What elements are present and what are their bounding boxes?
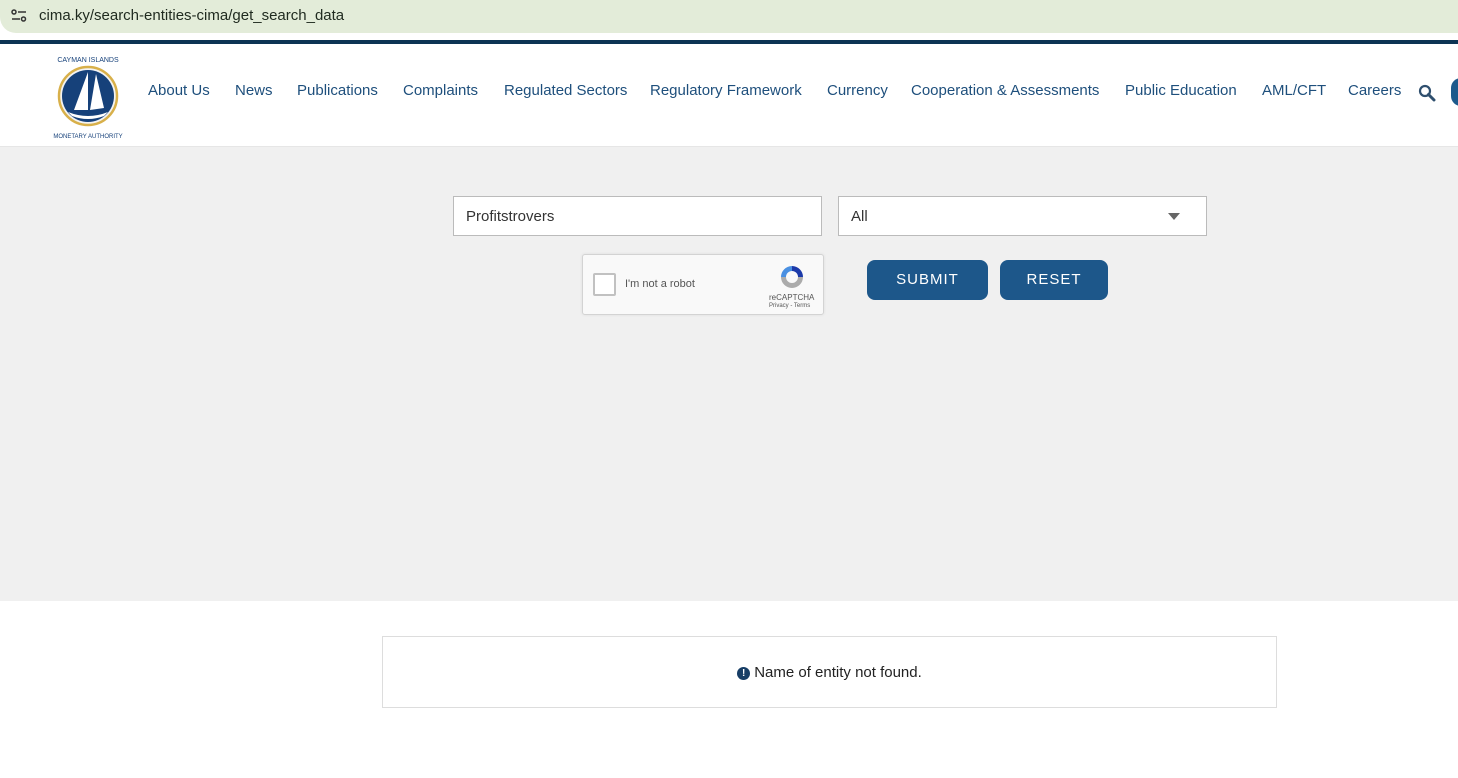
search-icon[interactable] bbox=[1418, 84, 1436, 102]
captcha-terms-link[interactable]: Privacy - Terms bbox=[769, 303, 810, 309]
info-icon: ! bbox=[737, 667, 751, 680]
result-box: ! Name of entity not found. bbox=[382, 636, 1277, 708]
url-text[interactable]: cima.ky/search-entities-cima/get_search_… bbox=[39, 7, 344, 24]
nav-regulatory-framework[interactable]: Regulatory Framework bbox=[650, 82, 802, 99]
result-message: Name of entity not found. bbox=[754, 664, 922, 681]
cima-logo[interactable]: CAYMAN ISLANDS MONETARY AUTHORITY bbox=[44, 52, 132, 140]
nav-public-education[interactable]: Public Education bbox=[1125, 82, 1237, 99]
category-select[interactable]: All bbox=[838, 196, 1207, 236]
recaptcha-widget: I'm not a robot reCAPTCHA Privacy - Term… bbox=[582, 254, 824, 315]
address-bar[interactable]: cima.ky/search-entities-cima/get_search_… bbox=[0, 0, 1458, 33]
nav-regulated-sectors[interactable]: Regulated Sectors bbox=[504, 82, 627, 99]
captcha-brand: reCAPTCHA bbox=[769, 293, 815, 302]
captcha-checkbox[interactable] bbox=[593, 273, 616, 296]
nav-aml-cft[interactable]: AML/CFT bbox=[1262, 82, 1326, 99]
recaptcha-icon bbox=[781, 266, 803, 288]
submit-button[interactable]: SUBMIT bbox=[867, 260, 988, 300]
nav-about-us[interactable]: About Us bbox=[148, 82, 210, 99]
entity-search-input[interactable]: Profitstrovers bbox=[453, 196, 822, 236]
site-settings-icon[interactable] bbox=[11, 9, 27, 23]
svg-text:CAYMAN ISLANDS: CAYMAN ISLANDS bbox=[57, 57, 119, 64]
site-header: CAYMAN ISLANDS MONETARY AUTHORITY About … bbox=[0, 44, 1458, 147]
result-message-row: ! Name of entity not found. bbox=[383, 664, 1276, 681]
reset-button[interactable]: RESET bbox=[1000, 260, 1108, 300]
nav-cooperation[interactable]: Cooperation & Assessments bbox=[911, 82, 1099, 99]
captcha-label: I'm not a robot bbox=[625, 278, 695, 290]
nav-currency[interactable]: Currency bbox=[827, 82, 888, 99]
category-value: All bbox=[851, 208, 868, 225]
nav-careers[interactable]: Careers bbox=[1348, 82, 1401, 99]
chevron-down-icon bbox=[1168, 213, 1180, 220]
header-action-button[interactable] bbox=[1451, 78, 1458, 106]
nav-news[interactable]: News bbox=[235, 82, 273, 99]
svg-text:MONETARY AUTHORITY: MONETARY AUTHORITY bbox=[53, 134, 122, 140]
browser-bar: cima.ky/search-entities-cima/get_search_… bbox=[0, 0, 1458, 40]
nav-complaints[interactable]: Complaints bbox=[403, 82, 478, 99]
nav-publications[interactable]: Publications bbox=[297, 82, 378, 99]
